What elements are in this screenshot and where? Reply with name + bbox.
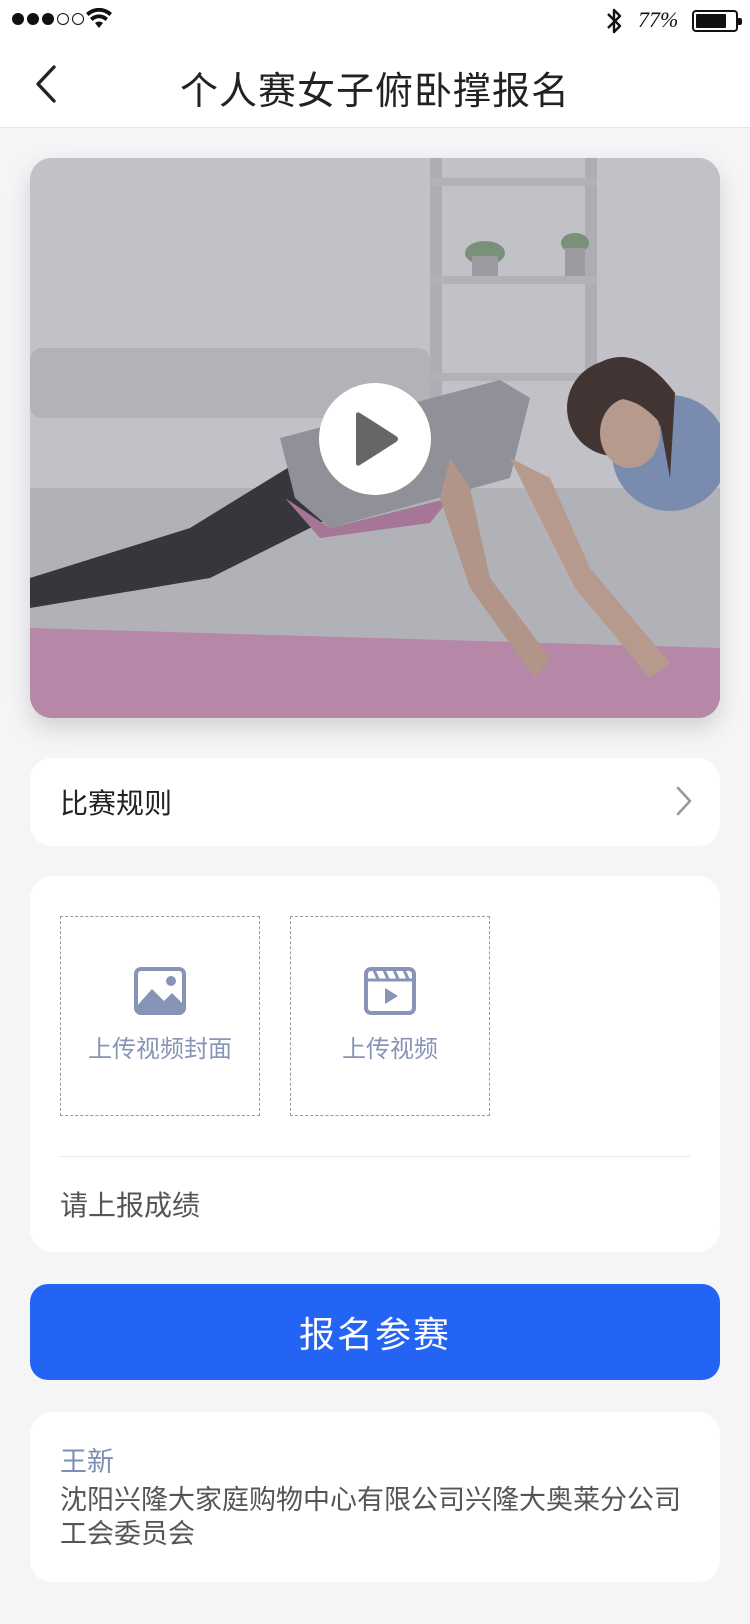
upload-video-label: 上传视频 [342, 1035, 438, 1063]
upload-video-button[interactable]: 上传视频 [290, 916, 490, 1116]
image-icon [134, 967, 186, 1015]
rules-label: 比赛规则 [60, 787, 173, 820]
participant-name: 王新 [60, 1447, 114, 1478]
bluetooth-icon [607, 8, 622, 34]
participant-info-card: 王新 沈阳兴隆大家庭购物中心有限公司兴隆大奥莱分公司工会委员会 [30, 1412, 720, 1582]
upload-card: 上传视频封面 上传视频 请上报成绩 [30, 876, 720, 1252]
video-clapper-icon [364, 967, 416, 1015]
play-icon [356, 412, 398, 466]
nav-bar: 个人赛女子俯卧撑报名 [0, 40, 750, 128]
battery-icon [692, 10, 742, 32]
rules-row[interactable]: 比赛规则 [30, 758, 720, 846]
signal-dots-icon [12, 13, 84, 25]
score-input[interactable]: 请上报成绩 [60, 1184, 200, 1224]
video-preview[interactable] [30, 158, 720, 718]
upload-cover-label: 上传视频封面 [88, 1035, 232, 1063]
wifi-icon [86, 8, 112, 28]
play-button[interactable] [319, 383, 431, 495]
battery-percent: 77% [638, 7, 679, 32]
status-bar: 77% [0, 0, 750, 40]
upload-cover-button[interactable]: 上传视频封面 [60, 916, 260, 1116]
register-button[interactable]: 报名参赛 [30, 1284, 720, 1380]
chevron-right-icon [676, 786, 692, 816]
participant-organization: 沈阳兴隆大家庭购物中心有限公司兴隆大奥莱分公司工会委员会 [60, 1485, 681, 1550]
divider [60, 1156, 690, 1157]
page-title: 个人赛女子俯卧撑报名 [179, 69, 570, 113]
